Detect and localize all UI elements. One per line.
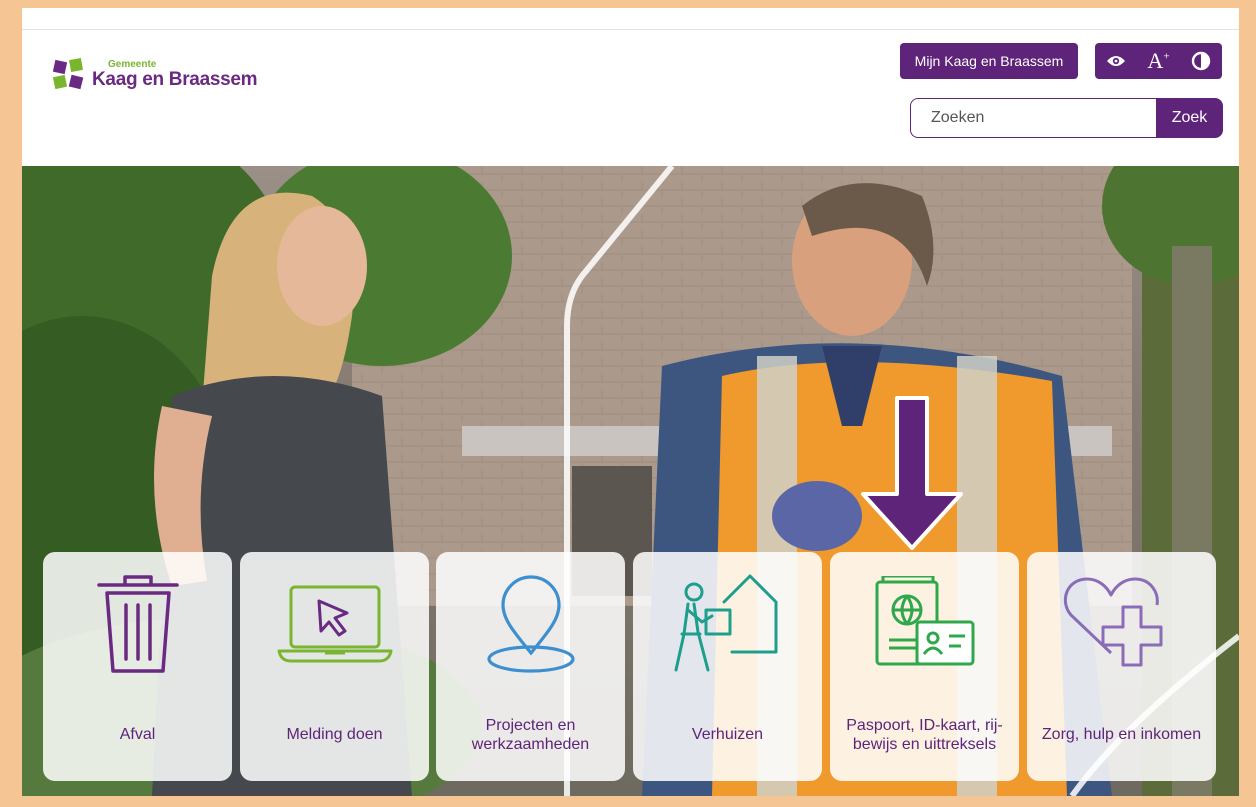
search-input[interactable] [910,98,1156,138]
tile-label: Projecten en werkzaamheden [471,716,590,753]
moving-person-icon [674,574,777,672]
font-size-icon: A+ [1147,50,1169,72]
tile-label: Paspoort, ID-kaart, rij-bewijs en uittre… [846,716,1003,753]
tile-label: Zorg, hulp en inkomen [1041,726,1202,744]
map-pin-icon [486,575,575,673]
hero-image: Afval Melding doen Projecten en werkzaam… [22,166,1239,796]
tile-label: Verhuizen [691,726,764,744]
font-size-letter: A [1147,48,1164,73]
logo-mark-icon [52,58,84,90]
municipality-logo[interactable]: Gemeente Kaag en Braassem [50,55,258,93]
page-frame: Gemeente Kaag en Braassem Mijn Kaag en B… [22,8,1239,796]
passport-id-icon [875,576,974,666]
font-size-plus: + [1163,50,1170,63]
tile-label: Afval [119,726,156,744]
trash-icon [96,575,179,673]
eye-icon [1107,56,1126,66]
task-tiles: Afval Melding doen Projecten en werkzaam… [43,552,1218,782]
search-button[interactable]: Zoek [1156,98,1223,138]
mijn-kaag-button[interactable]: Mijn Kaag en Braassem [900,43,1078,79]
tile-melding-doen[interactable]: Melding doen [240,552,429,781]
tile-zorg-hulp-inkomen[interactable]: Zorg, hulp en inkomen [1027,552,1216,781]
logo-main-text: Kaag en Braassem [92,68,258,90]
down-arrow-icon [861,396,963,550]
heart-plus-icon [1063,577,1162,667]
accessibility-toolbar: A+ [1095,43,1222,79]
tile-afval[interactable]: Afval [43,552,232,781]
contrast-button[interactable] [1184,43,1218,79]
search-form: Zoek [910,98,1223,138]
laptop-cursor-icon [277,585,392,663]
read-aloud-button[interactable] [1099,43,1133,79]
tile-paspoort-id[interactable]: Paspoort, ID-kaart, rij-bewijs en uittre… [830,552,1019,781]
tile-label: Melding doen [286,726,383,744]
contrast-icon [1191,51,1211,71]
logo-small-text: Gemeente [108,58,157,70]
tile-verhuizen[interactable]: Verhuizen [633,552,822,781]
top-divider [22,29,1239,30]
tile-projecten-werkzaamheden[interactable]: Projecten en werkzaamheden [436,552,625,781]
font-size-button[interactable]: A+ [1141,43,1175,79]
